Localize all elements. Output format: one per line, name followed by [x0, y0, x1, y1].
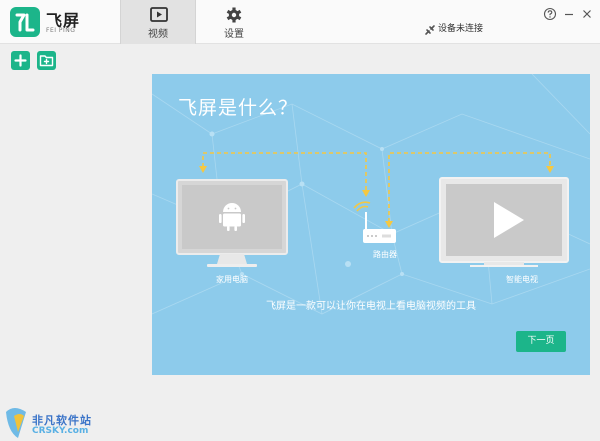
tab-settings[interactable]: 设置 — [196, 0, 272, 44]
video-icon — [150, 7, 168, 23]
add-folder-button[interactable] — [37, 51, 56, 70]
next-page-button[interactable]: 下一页 — [516, 331, 566, 352]
intro-description: 飞屏是一款可以让你在电视上看电脑视频的工具 — [266, 301, 476, 312]
tab-video-label: 视频 — [148, 29, 168, 40]
router-caption: 路由器 — [373, 250, 397, 259]
watermark: 非凡软件站 CRSKY.com — [0, 400, 150, 441]
add-folder-icon — [39, 55, 54, 67]
help-icon[interactable] — [543, 6, 557, 21]
add-video-button[interactable] — [11, 51, 30, 70]
pc-caption: 家用电脑 — [216, 275, 248, 284]
minimize-icon[interactable] — [562, 6, 576, 20]
app-logo: 飞屏 FEI PING — [10, 6, 110, 38]
plus-icon — [14, 54, 27, 67]
tab-settings-label: 设置 — [224, 29, 244, 40]
app-subtitle: FEI PING — [46, 27, 76, 34]
tv-caption: 智能电视 — [506, 275, 538, 284]
intro-panel: 飞屏是什么？ 家用电脑 路由器 智能电视 飞屏是一款可以让你在电视上看电脑视频的… — [152, 74, 590, 375]
feiping-logo-icon — [10, 7, 40, 37]
title-bar: 飞屏 FEI PING 视频 设置 设备未连接 — [0, 0, 600, 44]
disconnected-icon — [424, 21, 436, 35]
close-icon[interactable] — [580, 6, 594, 20]
pc-illustration — [176, 179, 288, 267]
device-status-label: 设备未连接 — [438, 24, 484, 34]
gear-icon — [225, 7, 243, 23]
tv-illustration — [439, 177, 569, 267]
tab-video[interactable]: 视频 — [120, 0, 196, 44]
watermark-en: CRSKY.com — [32, 426, 89, 436]
intro-title: 飞屏是什么？ — [178, 97, 299, 119]
